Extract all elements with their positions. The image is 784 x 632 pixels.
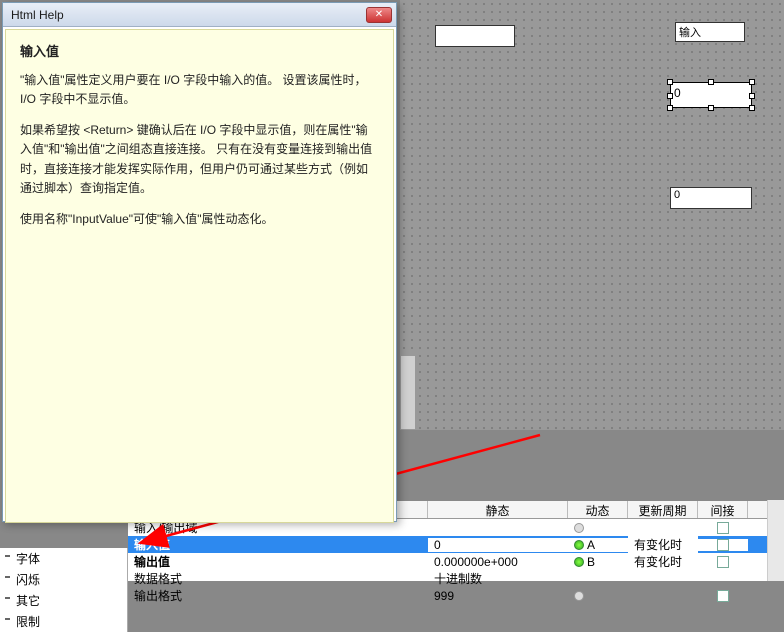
help-window: Html Help ✕ 输入值 "输入值"属性定义用户要在 I/O 字段中输入的…: [2, 2, 397, 522]
io-field-input-label[interactable]: 输入: [675, 22, 745, 42]
io-field-selected-value: 0: [674, 86, 681, 100]
prop-indirect[interactable]: [698, 522, 748, 534]
prop-dynamic[interactable]: [568, 523, 628, 533]
canvas-scrollbar[interactable]: [400, 355, 416, 430]
checkbox[interactable]: [717, 539, 729, 551]
sidebar-item-flash[interactable]: 闪烁: [0, 569, 127, 590]
col-dynamic-header[interactable]: 动态: [568, 501, 628, 518]
bulb-icon: [574, 540, 584, 550]
property-row-data-format[interactable]: 数据格式 十进制数: [128, 570, 784, 587]
bulb-icon: [574, 591, 584, 601]
bulb-icon: [574, 557, 584, 567]
prop-static[interactable]: 十进制数: [428, 570, 568, 587]
resize-handle-se[interactable]: [749, 105, 755, 111]
help-paragraph-1: "输入值"属性定义用户要在 I/O 字段中输入的值。 设置该属性时，I/O 字段…: [20, 71, 379, 109]
prop-indirect[interactable]: [698, 539, 748, 551]
checkbox[interactable]: [717, 556, 729, 568]
bulb-icon: [574, 523, 584, 533]
dynamic-tag: B: [587, 555, 595, 569]
property-row-output-format[interactable]: 输出格式 999: [128, 587, 784, 604]
resize-handle-e[interactable]: [749, 93, 755, 99]
help-window-title: Html Help: [7, 8, 366, 22]
prop-name: 输入值: [128, 536, 428, 553]
resize-handle-ne[interactable]: [749, 79, 755, 85]
vertical-scrollbar[interactable]: [767, 500, 784, 581]
io-field-1[interactable]: [435, 25, 515, 47]
io-field-selected[interactable]: 0: [670, 82, 752, 108]
prop-update[interactable]: 有变化时: [628, 536, 698, 553]
prop-dynamic[interactable]: B: [568, 555, 628, 569]
prop-dynamic[interactable]: A: [568, 538, 628, 552]
help-body: 输入值 "输入值"属性定义用户要在 I/O 字段中输入的值。 设置该属性时，I/…: [5, 29, 394, 523]
sidebar-item-misc[interactable]: 其它: [0, 590, 127, 611]
prop-name: 输出格式: [128, 587, 428, 604]
resize-handle-nw[interactable]: [667, 79, 673, 85]
col-update-header[interactable]: 更新周期: [628, 501, 698, 518]
sidebar-item-font[interactable]: 字体: [0, 548, 127, 569]
resize-handle-sw[interactable]: [667, 105, 673, 111]
help-paragraph-2: 如果希望按 <Return> 键确认后在 I/O 字段中显示值，则在属性"输入值…: [20, 121, 379, 198]
prop-static[interactable]: 0: [428, 538, 568, 552]
property-row-output-value[interactable]: 输出值 0.000000e+000 B 有变化时: [128, 553, 784, 570]
checkbox[interactable]: [717, 590, 729, 602]
prop-name: 数据格式: [128, 570, 428, 587]
help-heading: 输入值: [20, 42, 379, 63]
col-static-header[interactable]: 静态: [428, 501, 568, 518]
io-field-4[interactable]: 0: [670, 187, 752, 209]
design-canvas[interactable]: 输入 0 0: [400, 0, 784, 430]
prop-static[interactable]: 999: [428, 589, 568, 603]
resize-handle-s[interactable]: [708, 105, 714, 111]
category-sidebar: 字体 闪烁 其它 限制: [0, 548, 128, 632]
property-row-input-value[interactable]: 输入值 0 A 有变化时: [128, 536, 784, 553]
col-indirect-header[interactable]: 间接: [698, 501, 748, 518]
prop-update[interactable]: 有变化时: [628, 553, 698, 570]
checkbox[interactable]: [717, 522, 729, 534]
prop-dynamic[interactable]: [568, 591, 628, 601]
prop-indirect[interactable]: [698, 590, 748, 602]
prop-name: 输出值: [128, 553, 428, 570]
resize-handle-w[interactable]: [667, 93, 673, 99]
resize-handle-n[interactable]: [708, 79, 714, 85]
prop-static[interactable]: 0.000000e+000: [428, 555, 568, 569]
dynamic-tag: A: [587, 538, 595, 552]
help-paragraph-3: 使用名称"InputValue"可使"输入值"属性动态化。: [20, 210, 379, 229]
close-icon[interactable]: ✕: [366, 7, 392, 23]
prop-indirect[interactable]: [698, 556, 748, 568]
sidebar-item-limit[interactable]: 限制: [0, 611, 127, 632]
help-titlebar[interactable]: Html Help ✕: [3, 3, 396, 27]
